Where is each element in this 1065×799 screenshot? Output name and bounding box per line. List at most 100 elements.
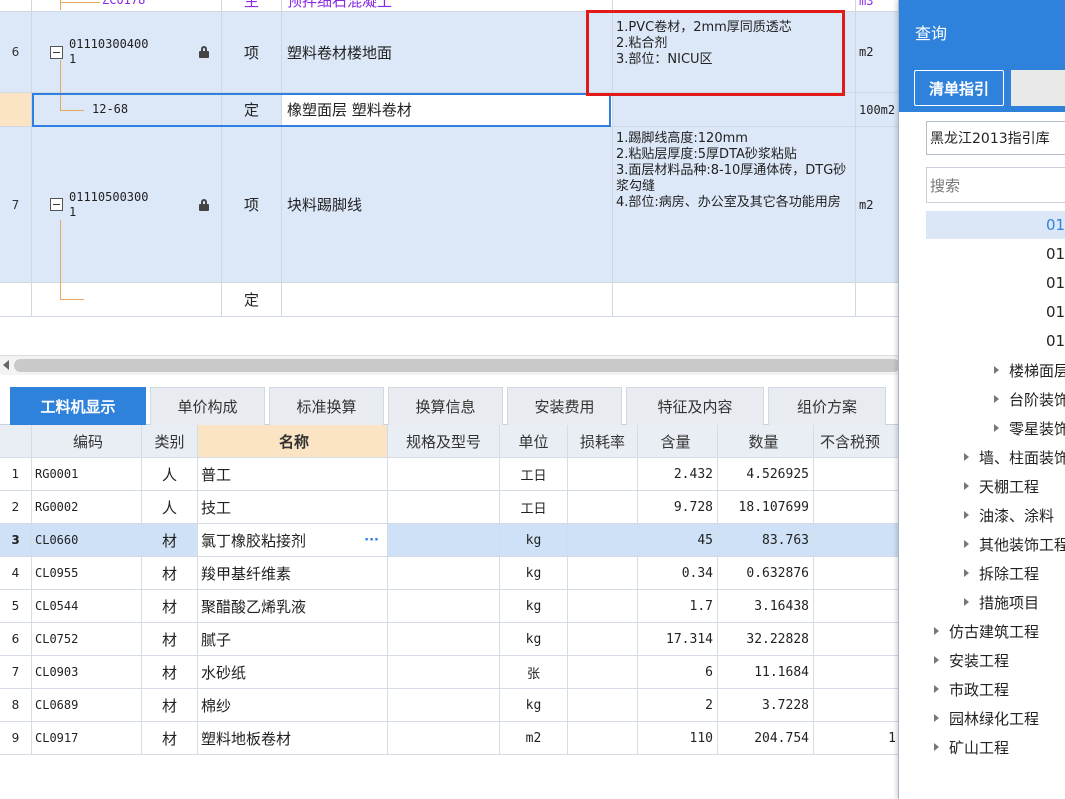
unit-cell[interactable]: kg: [500, 623, 568, 655]
row-index[interactable]: 3: [0, 524, 32, 556]
material-name[interactable]: 聚醋酸乙烯乳液: [198, 590, 388, 622]
collapse-icon[interactable]: −: [50, 198, 63, 211]
expand-arrow-icon[interactable]: [934, 656, 939, 664]
material-name[interactable]: 棉纱: [198, 689, 388, 721]
content-cell[interactable]: 45: [638, 524, 718, 556]
unit-cell[interactable]: m2: [856, 127, 900, 282]
name-cell[interactable]: [282, 283, 613, 316]
tree-item[interactable]: 市政工程: [926, 675, 1065, 703]
unit-cell[interactable]: [856, 283, 900, 316]
table-row[interactable]: 7 CL0903 材水砂纸 张 6 11.1684: [0, 656, 900, 689]
material-code[interactable]: CL0660: [32, 524, 142, 556]
quantity-cell[interactable]: 18.107699: [718, 491, 814, 523]
price-cell[interactable]: [814, 458, 900, 490]
unit-cell[interactable]: 张: [500, 656, 568, 688]
tree-item[interactable]: 台阶装饰: [926, 385, 1065, 413]
material-code[interactable]: CL0689: [32, 689, 142, 721]
expand-arrow-icon[interactable]: [934, 627, 939, 635]
search-input[interactable]: 搜索: [926, 167, 1065, 203]
loss-rate-cell[interactable]: [568, 458, 638, 490]
material-name[interactable]: 普工: [198, 458, 388, 490]
tree-item[interactable]: 油漆、涂料: [926, 501, 1065, 529]
price-cell[interactable]: 1: [814, 722, 900, 754]
features-cell[interactable]: 1.踢脚线高度:120mm 2.粘贴层厚度:5厚DTA砂浆粘贴 3.面层材料品种…: [613, 127, 856, 282]
expand-arrow-icon[interactable]: [964, 569, 969, 577]
quantity-cell[interactable]: 204.754: [718, 722, 814, 754]
header-content[interactable]: 含量: [638, 425, 718, 457]
category-cell[interactable]: 材: [142, 524, 198, 556]
tree-item[interactable]: 拆除工程: [926, 559, 1065, 587]
name-cell[interactable]: 块料踢脚线: [282, 127, 613, 282]
name-cell[interactable]: 塑料卷材楼地面: [282, 12, 613, 92]
quantity-cell[interactable]: 83.763: [718, 524, 814, 556]
features-cell[interactable]: [613, 283, 856, 316]
tree-item[interactable]: 01: [926, 298, 1065, 326]
category-cell[interactable]: 材: [142, 689, 198, 721]
unit-cell[interactable]: m3: [856, 0, 900, 11]
horizontal-scrollbar[interactable]: [0, 355, 900, 375]
type-cell[interactable]: 项: [222, 12, 282, 92]
material-code[interactable]: CL0917: [32, 722, 142, 754]
table-row[interactable]: 9 CL0917 材塑料地板卷材 m2 110 204.754 1: [0, 722, 900, 755]
spec-cell[interactable]: [388, 458, 500, 490]
query-panel-header[interactable]: 查询: [899, 0, 1065, 64]
unit-cell[interactable]: m2: [856, 12, 900, 92]
spec-cell[interactable]: [388, 524, 500, 556]
unit-cell[interactable]: 100m2: [856, 93, 900, 126]
name-cell[interactable]: 橡塑面层 塑料卷材: [282, 93, 613, 126]
category-cell[interactable]: 材: [142, 623, 198, 655]
expand-arrow-icon[interactable]: [994, 366, 999, 374]
tab-unit-price[interactable]: 单价构成: [150, 387, 265, 425]
tab-install-cost[interactable]: 安装费用: [507, 387, 622, 425]
category-cell[interactable]: 人: [142, 458, 198, 490]
unit-cell[interactable]: kg: [500, 524, 568, 556]
price-cell[interactable]: [814, 623, 900, 655]
table-row[interactable]: 8 CL0689 材棉纱 kg 2 3.7228: [0, 689, 900, 722]
expand-arrow-icon[interactable]: [964, 598, 969, 606]
spec-cell[interactable]: [388, 656, 500, 688]
category-cell[interactable]: 材: [142, 656, 198, 688]
tree-item[interactable]: 墙、柱面装饰: [926, 443, 1065, 471]
spec-cell[interactable]: [388, 623, 500, 655]
quantity-cell[interactable]: 4.526925: [718, 458, 814, 490]
tab-features[interactable]: 特征及内容: [626, 387, 764, 425]
material-code[interactable]: CL0955: [32, 557, 142, 589]
category-cell[interactable]: 材: [142, 557, 198, 589]
tree-item[interactable]: 措施项目: [926, 588, 1065, 616]
category-cell[interactable]: 材: [142, 590, 198, 622]
material-code[interactable]: RG0001: [32, 458, 142, 490]
tree-item[interactable]: 01: [926, 240, 1065, 268]
tab-conversion-info[interactable]: 换算信息: [388, 387, 503, 425]
row-index[interactable]: 8: [0, 689, 32, 721]
tree-item[interactable]: 01: [926, 269, 1065, 297]
expand-arrow-icon[interactable]: [964, 453, 969, 461]
more-options-button[interactable]: ···: [364, 533, 379, 548]
tab-pricing-plan[interactable]: 组价方案: [768, 387, 886, 425]
tree-item[interactable]: 零星装饰: [926, 414, 1065, 442]
header-spec[interactable]: 规格及型号: [388, 425, 500, 457]
table-row[interactable]: 1 RG0001 人普工 工日 2.432 4.526925: [0, 458, 900, 491]
loss-rate-cell[interactable]: [568, 590, 638, 622]
unit-cell[interactable]: kg: [500, 689, 568, 721]
header-category[interactable]: 类别: [142, 425, 198, 457]
category-cell[interactable]: 人: [142, 491, 198, 523]
quantity-cell[interactable]: 0.632876: [718, 557, 814, 589]
quantity-cell[interactable]: 3.7228: [718, 689, 814, 721]
scroll-thumb[interactable]: [14, 359, 900, 372]
table-row[interactable]: ZC0178 主 预拌细石混凝土 m3: [0, 0, 900, 12]
spec-cell[interactable]: [388, 689, 500, 721]
features-cell[interactable]: [613, 0, 856, 11]
content-cell[interactable]: 1.7: [638, 590, 718, 622]
price-cell[interactable]: [814, 656, 900, 688]
content-cell[interactable]: 6: [638, 656, 718, 688]
tree-item[interactable]: 其他装饰工程: [926, 530, 1065, 558]
header-loss-rate[interactable]: 损耗率: [568, 425, 638, 457]
material-code[interactable]: CL0903: [32, 656, 142, 688]
row-index[interactable]: 9: [0, 722, 32, 754]
content-cell[interactable]: 2.432: [638, 458, 718, 490]
row-index[interactable]: 7: [0, 656, 32, 688]
table-row[interactable]: 定: [0, 283, 900, 317]
expand-arrow-icon[interactable]: [994, 395, 999, 403]
scroll-left-icon[interactable]: [3, 360, 9, 370]
header-quantity[interactable]: 数量: [718, 425, 814, 457]
